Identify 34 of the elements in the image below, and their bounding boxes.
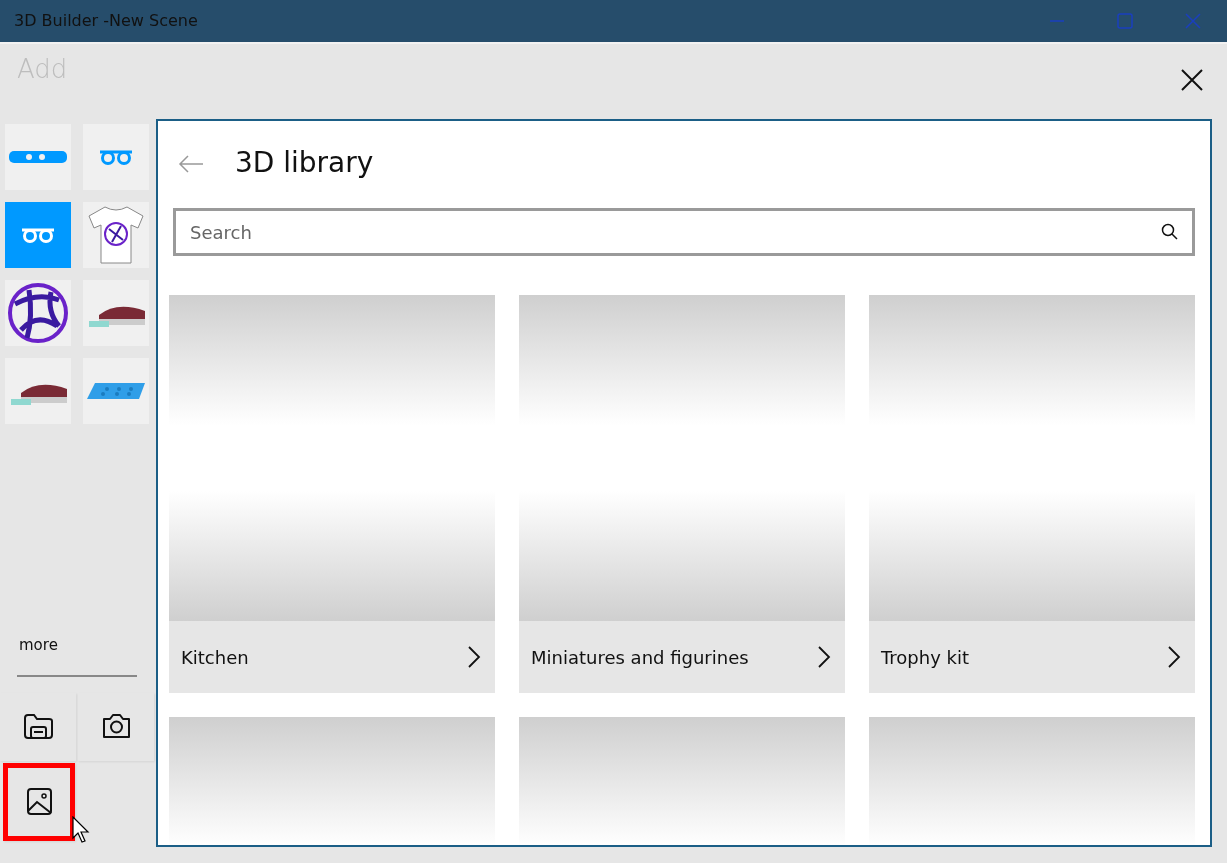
- cursor-icon: [72, 816, 90, 844]
- model-thumbnail[interactable]: [5, 202, 71, 268]
- model-thumbnail[interactable]: [83, 358, 149, 424]
- model-thumbnail[interactable]: [83, 280, 149, 346]
- chevron-right-icon: [817, 645, 831, 669]
- minimize-icon: [1050, 20, 1064, 22]
- model-thumbnail[interactable]: [5, 358, 71, 424]
- category-card[interactable]: Miniatures and figurines: [519, 295, 845, 693]
- search-icon: [1161, 223, 1179, 241]
- back-arrow-icon: [177, 153, 205, 174]
- chevron-right-icon: [1167, 645, 1181, 669]
- category-card[interactable]: Kitchen: [169, 295, 495, 693]
- folder-button[interactable]: [0, 692, 76, 761]
- image-button[interactable]: [3, 762, 75, 841]
- category-label: Kitchen: [181, 645, 249, 670]
- search-field[interactable]: Search: [173, 208, 1195, 256]
- maximize-icon: [1117, 13, 1133, 29]
- model-thumbnail[interactable]: [83, 124, 149, 190]
- category-label: Miniatures and figurines: [531, 645, 749, 670]
- glasses-icon: [98, 149, 134, 165]
- window-title: 3D Builder -New Scene: [13, 10, 199, 32]
- close-icon: [1181, 68, 1203, 91]
- more-link[interactable]: more: [0, 634, 156, 657]
- model-thumbnail[interactable]: [5, 280, 71, 346]
- sphere-icon: [7, 282, 69, 344]
- glasses-icon: [20, 227, 56, 243]
- model-thumbnail[interactable]: [5, 124, 71, 190]
- category-card[interactable]: Trophy kit: [869, 295, 1195, 693]
- library-title: 3D library: [235, 145, 374, 181]
- camera-button[interactable]: [78, 692, 154, 761]
- chevron-right-icon: [467, 645, 481, 669]
- category-label: Trophy kit: [881, 645, 970, 670]
- close-icon: [1185, 13, 1201, 29]
- model-thumbnail[interactable]: [83, 202, 149, 268]
